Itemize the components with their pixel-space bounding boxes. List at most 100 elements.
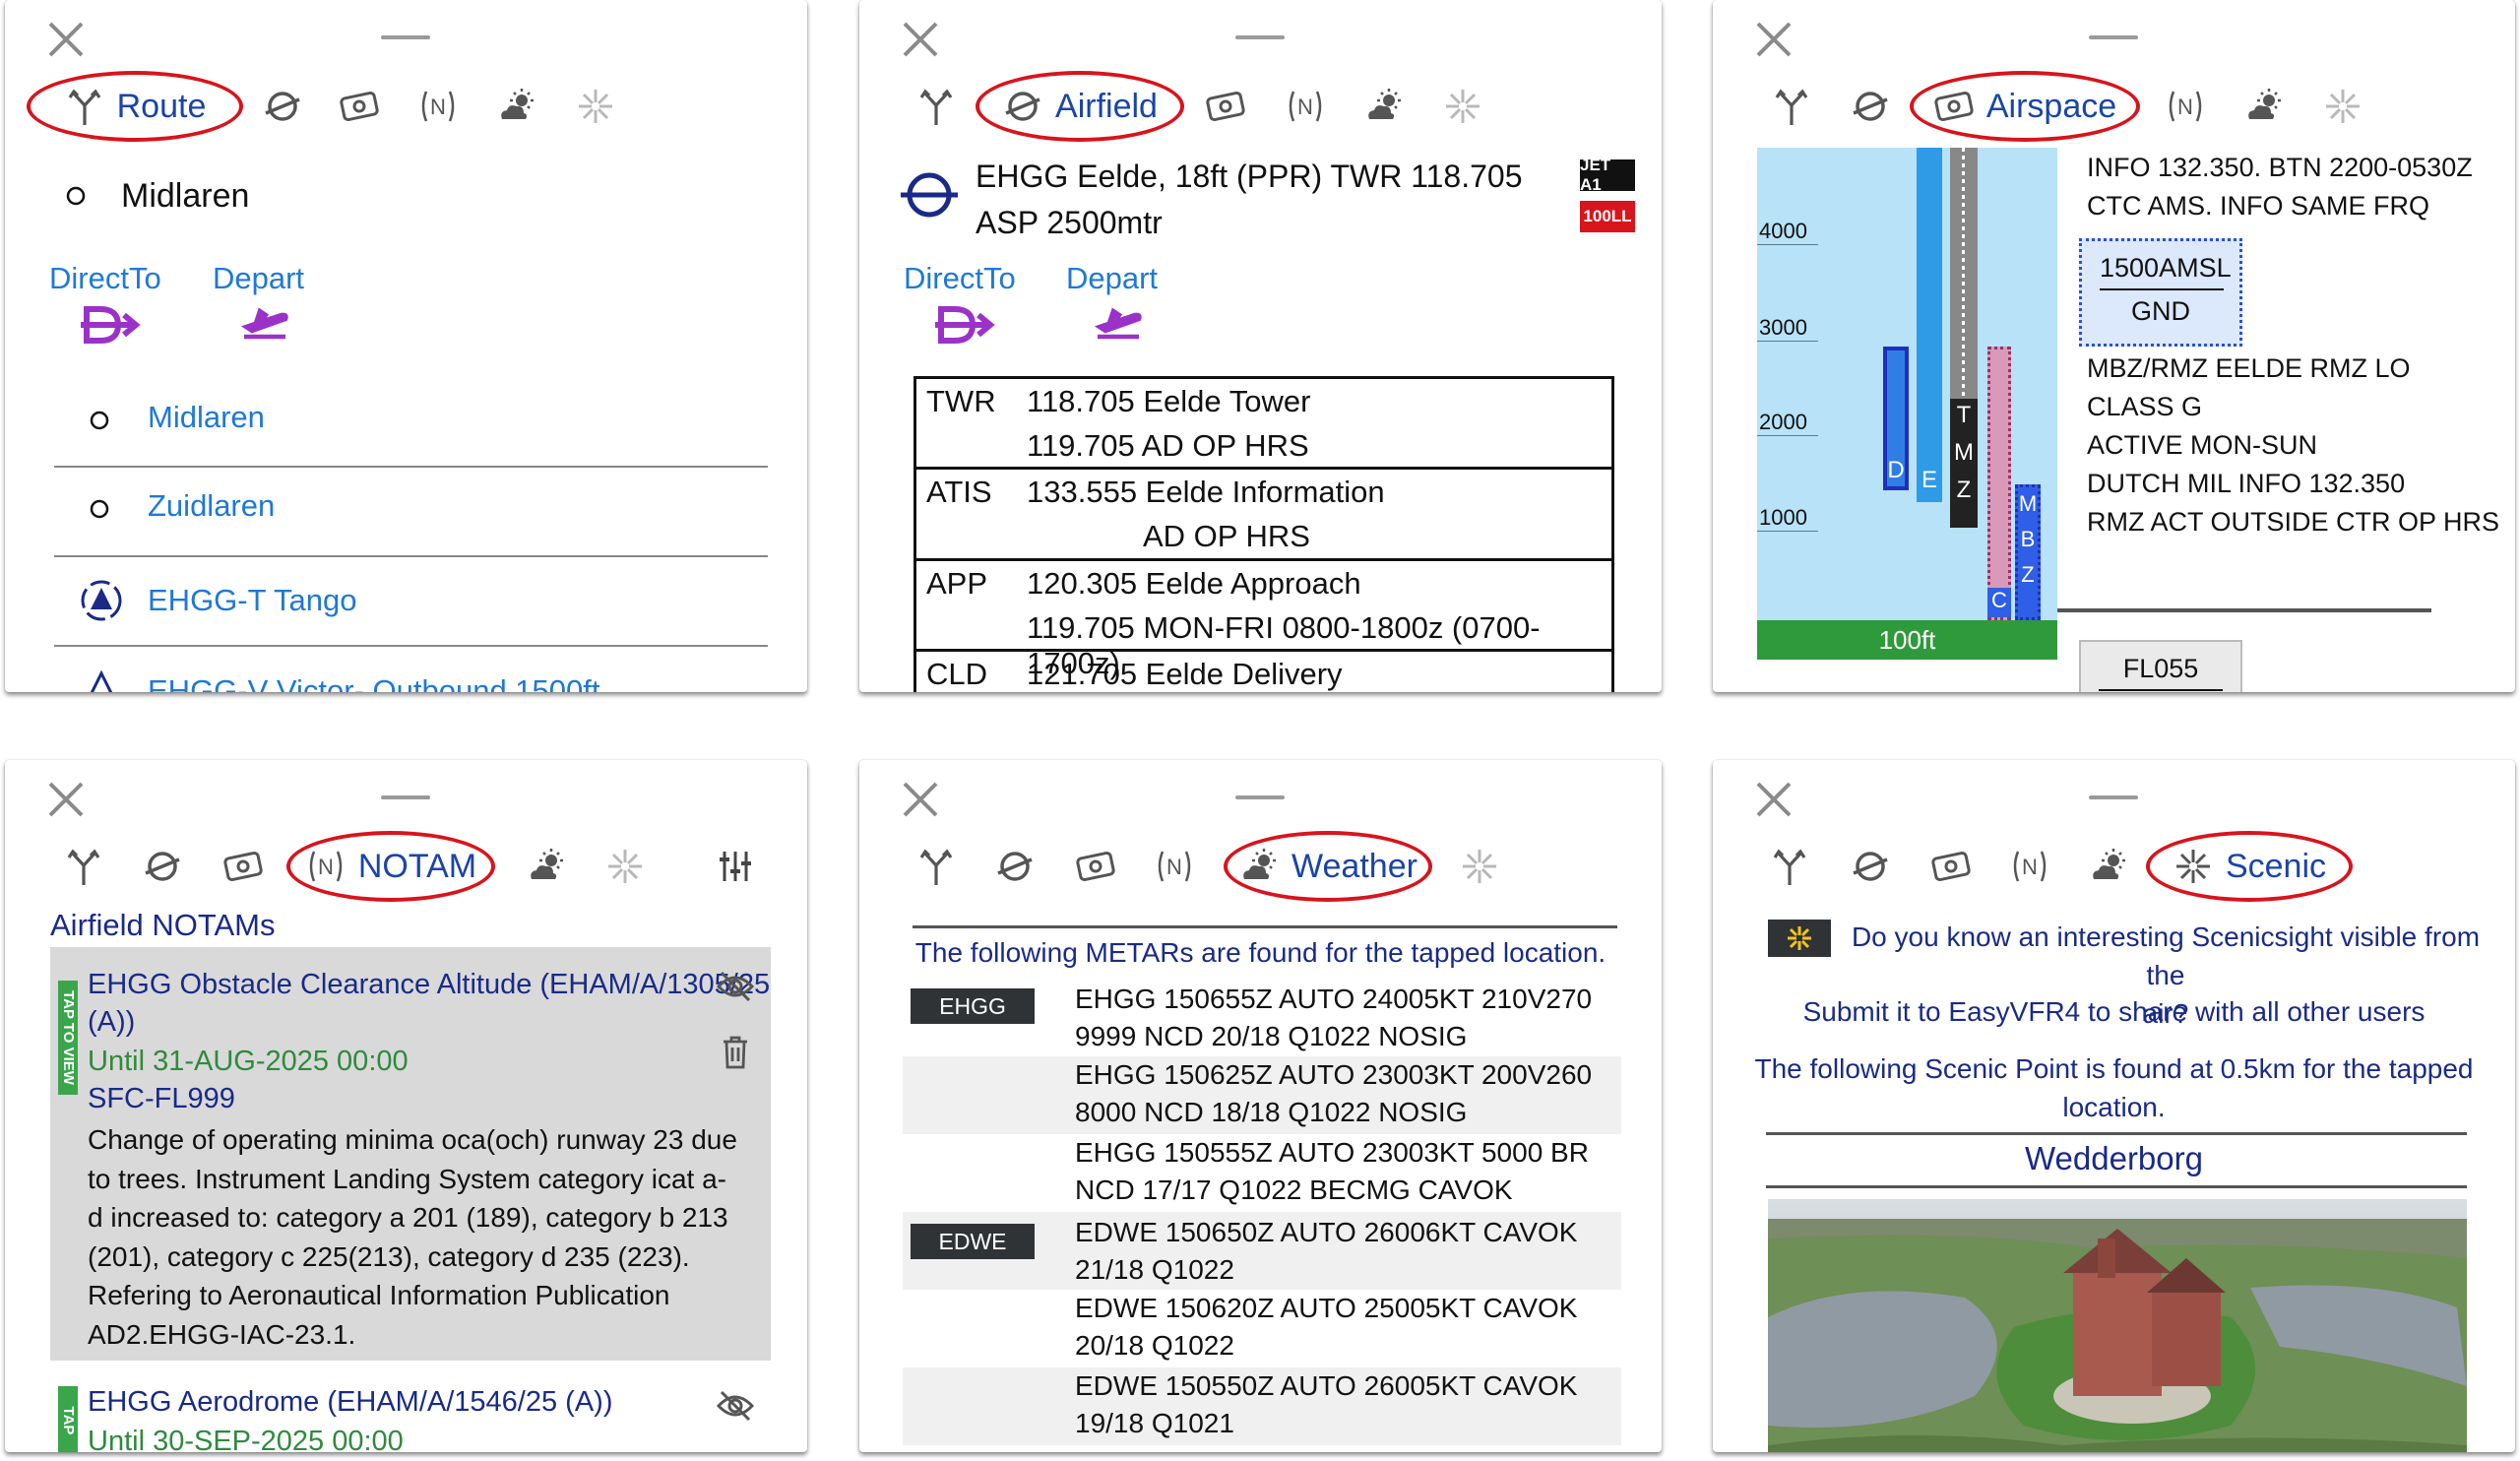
tab-airfield[interactable] bbox=[253, 71, 312, 142]
detail-line: DUTCH MIL INFO 132.350 bbox=[2087, 469, 2406, 498]
tab-scenic[interactable] bbox=[2313, 71, 2372, 142]
tab-airspace[interactable] bbox=[1196, 71, 1255, 142]
airspace-bar-d[interactable]: D bbox=[1883, 347, 1909, 490]
metar-row[interactable]: EHGG 150625Z AUTO 23003KT 200V260 8000 N… bbox=[903, 1056, 1621, 1134]
list-item[interactable]: Zuidlaren bbox=[54, 482, 768, 553]
tab-airspace[interactable] bbox=[214, 831, 273, 902]
tab-weather[interactable] bbox=[2079, 831, 2138, 902]
tab-airfield[interactable] bbox=[133, 831, 192, 902]
tab-scenic[interactable] bbox=[1433, 71, 1492, 142]
svg-text:N: N bbox=[2177, 95, 2193, 119]
airspace-bar-e[interactable]: E bbox=[1917, 148, 1942, 502]
airspace-bar-c[interactable]: C bbox=[1987, 347, 2011, 620]
drag-handle[interactable] bbox=[381, 795, 430, 799]
metar-line: 8000 NCD 18/18 Q1022 NOSIG bbox=[1075, 1097, 1468, 1127]
sliders-icon bbox=[720, 852, 751, 881]
filter-settings-button[interactable] bbox=[706, 831, 765, 902]
list-item[interactable]: EHGG-V Victor- Outbound 1500ft bbox=[54, 662, 768, 692]
notam-title: EHGG Obstacle Clearance Altitude (EHAM/A… bbox=[88, 969, 771, 1000]
tap-to-view-tag[interactable]: TAP TO VIEW bbox=[58, 981, 78, 1095]
tab-airspace[interactable] bbox=[1066, 831, 1125, 902]
direct-to-button[interactable]: DirectTo bbox=[49, 261, 177, 349]
close-icon[interactable] bbox=[44, 778, 88, 821]
direct-to-button[interactable]: DirectTo bbox=[904, 261, 1032, 349]
freq-row-app: APP 120.305 Eelde Approach 119.705 MON-F… bbox=[916, 561, 1611, 680]
tab-scenic[interactable]: Scenic bbox=[2146, 831, 2353, 902]
notam-icon: N bbox=[2169, 91, 2202, 122]
notam-validity: Until 31-AUG-2025 00:00 bbox=[88, 1046, 409, 1077]
tab-airfield[interactable] bbox=[985, 831, 1044, 902]
hide-eye-icon[interactable] bbox=[716, 1388, 755, 1424]
found-line: location. bbox=[2062, 1092, 2166, 1122]
close-icon[interactable] bbox=[1752, 18, 1796, 61]
scenic-submit-link[interactable]: Submit it to EasyVFR4 to share with all … bbox=[1713, 996, 2515, 1028]
metar-row[interactable]: EHGG EHGG 150655Z AUTO 24005KT 210V270 9… bbox=[903, 979, 1621, 1056]
tab-route[interactable]: Route bbox=[27, 71, 243, 142]
tap-to-view-tag[interactable]: TAP bbox=[58, 1386, 78, 1452]
depart-button[interactable]: Depart bbox=[213, 261, 321, 349]
tab-airspace[interactable] bbox=[330, 71, 389, 142]
drag-handle[interactable] bbox=[2089, 35, 2138, 39]
tab-scenic[interactable] bbox=[1450, 831, 1509, 902]
fuel-badge-100ll: 100LL bbox=[1580, 201, 1635, 232]
list-item[interactable]: Midlaren bbox=[54, 394, 768, 465]
bar-label: E bbox=[1921, 467, 1937, 493]
airfield-icon bbox=[997, 852, 1033, 881]
hide-eye-icon[interactable] bbox=[716, 969, 755, 1004]
close-icon[interactable] bbox=[899, 18, 942, 61]
tab-route[interactable] bbox=[1762, 71, 1821, 142]
tab-airfield[interactable] bbox=[1841, 71, 1900, 142]
drag-handle[interactable] bbox=[381, 35, 430, 39]
tab-notam[interactable]: N bbox=[409, 71, 468, 142]
tab-airfield[interactable]: Airfield bbox=[976, 71, 1184, 142]
tab-scenic[interactable] bbox=[566, 71, 625, 142]
airspace-bar-tmz[interactable]: T M Z bbox=[1950, 148, 1978, 528]
airspace-bar-mbz[interactable]: M B Z bbox=[2015, 484, 2041, 620]
tab-route[interactable] bbox=[1760, 831, 1819, 902]
tab-notam[interactable]: N bbox=[2156, 71, 2215, 142]
metar-row[interactable]: EHGG 150555Z AUTO 23003KT 5000 BR NCD 17… bbox=[903, 1134, 1621, 1212]
tab-notam[interactable]: N bbox=[1145, 831, 1204, 902]
notam-card[interactable]: TAP TO VIEW EHGG Obstacle Clearance Alti… bbox=[50, 947, 771, 1361]
metar-row[interactable]: EDWE 150550Z AUTO 26005KT CAVOK 19/18 Q1… bbox=[903, 1367, 1621, 1445]
tab-route[interactable] bbox=[54, 831, 113, 902]
tab-airspace[interactable]: Airspace bbox=[1910, 71, 2140, 142]
metar-line: NCD 17/17 Q1022 BECMG CAVOK bbox=[1075, 1175, 1513, 1205]
airspace-profile[interactable]: 4000 3000 2000 1000 D E T M Z C M B Z 10… bbox=[1757, 148, 2057, 660]
tab-airfield[interactable] bbox=[1841, 831, 1900, 902]
tab-weather[interactable] bbox=[517, 831, 576, 902]
metar-row[interactable]: EDWE 150620Z AUTO 25005KT CAVOK 20/18 Q1… bbox=[903, 1290, 1621, 1367]
tab-weather[interactable]: Weather bbox=[1224, 831, 1432, 902]
tap-to-view-label: TAP TO VIEW bbox=[60, 990, 77, 1085]
tab-weather[interactable] bbox=[487, 71, 546, 142]
bar-label: C bbox=[1987, 588, 2011, 617]
scenic-add-button[interactable] bbox=[1768, 920, 1831, 957]
tab-notam[interactable]: N bbox=[1276, 71, 1335, 142]
tab-weather[interactable] bbox=[2235, 71, 2294, 142]
drag-handle[interactable] bbox=[2089, 795, 2138, 799]
close-icon[interactable] bbox=[899, 778, 942, 821]
tab-route[interactable] bbox=[907, 71, 966, 142]
fuel-badge-jet-a1: JET A1 bbox=[1580, 156, 1635, 194]
tab-bar: N NOTAM bbox=[5, 831, 807, 902]
tab-scenic[interactable] bbox=[596, 831, 655, 902]
close-icon[interactable] bbox=[1752, 778, 1796, 821]
depart-button[interactable]: Depart bbox=[1066, 261, 1174, 349]
drag-handle[interactable] bbox=[1235, 795, 1285, 799]
drag-handle[interactable] bbox=[1235, 35, 1285, 39]
list-item[interactable]: EHGG-T Tango bbox=[54, 573, 768, 644]
tab-route[interactable] bbox=[907, 831, 966, 902]
tab-notam[interactable]: N bbox=[2000, 831, 2059, 902]
notam-item[interactable]: TAP EHGG Aerodrome (EHAM/A/1546/25 (A)) … bbox=[50, 1378, 771, 1452]
tab-airspace[interactable] bbox=[1922, 831, 1981, 902]
airfield-icon bbox=[265, 92, 300, 121]
notam-icon: N bbox=[309, 851, 343, 882]
scenic-photo[interactable] bbox=[1768, 1199, 2467, 1452]
notam-panel: N NOTAM Airfield NOTAMs TAP TO VIEW EHGG… bbox=[5, 760, 807, 1452]
metar-row[interactable]: EDWE EDWE 150650Z AUTO 26006KT CAVOK 21/… bbox=[903, 1212, 1621, 1290]
close-icon[interactable] bbox=[44, 18, 88, 61]
tab-notam[interactable]: N NOTAM bbox=[286, 831, 495, 902]
tab-weather[interactable] bbox=[1354, 71, 1414, 142]
weather-icon bbox=[501, 89, 534, 119]
trash-icon[interactable] bbox=[722, 1036, 749, 1069]
